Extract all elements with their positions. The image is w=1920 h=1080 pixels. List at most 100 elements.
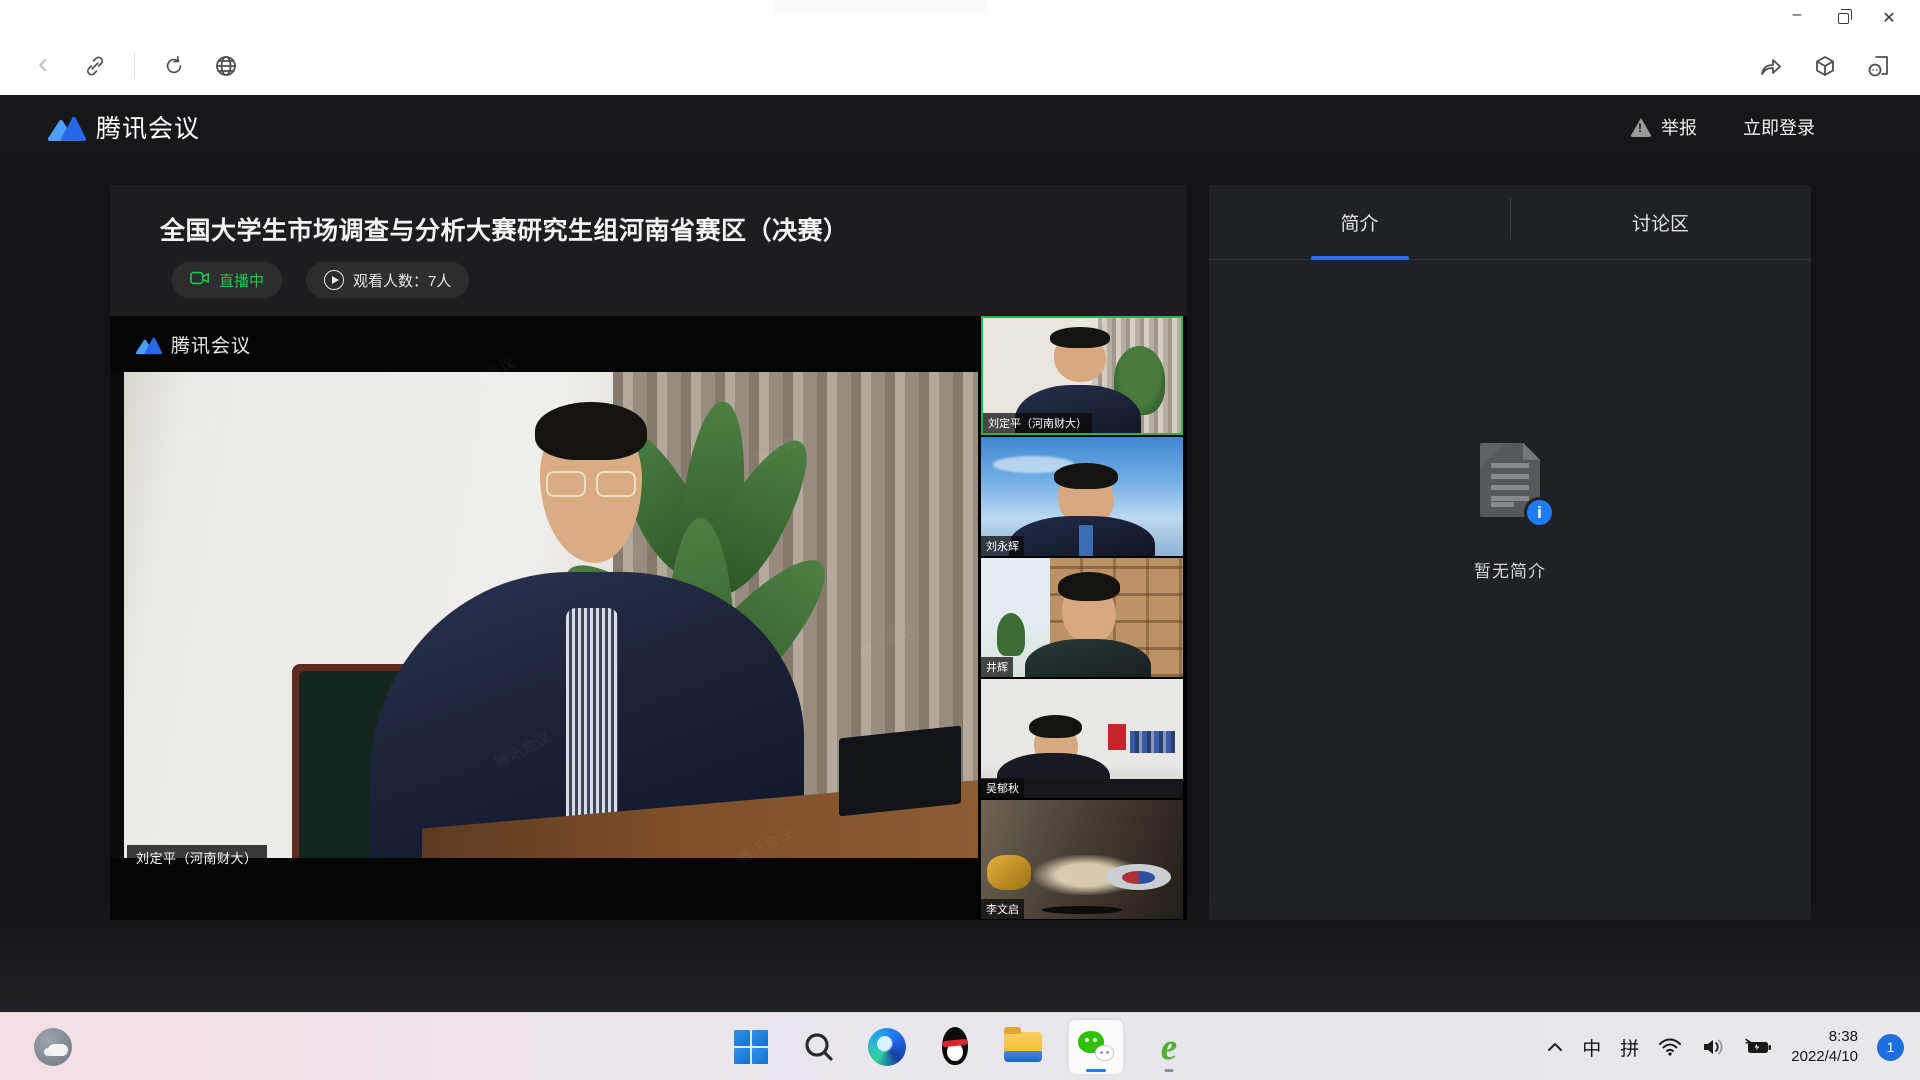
link-button[interactable] <box>82 53 108 79</box>
tab-discussion-label: 讨论区 <box>1632 209 1689 236</box>
stream-card: 全国大学生市场调查与分析大赛研究生组河南省赛区（决赛） 直播中 观看人数：7人 <box>110 185 1187 920</box>
folder-icon <box>1004 1032 1042 1062</box>
live-label: 直播中 <box>219 270 264 291</box>
stream-badges: 直播中 观看人数：7人 <box>172 262 469 298</box>
link-icon <box>84 55 106 77</box>
glasses <box>544 471 638 495</box>
back-button[interactable]: ‹ <box>30 51 56 77</box>
weather-widget-icon[interactable] <box>34 1028 72 1066</box>
taskbar-clock[interactable]: 8:38 2022/4/10 <box>1791 1027 1858 1068</box>
browser-tab-strip <box>773 0 988 15</box>
tab-intro-label: 简介 <box>1340 209 1378 236</box>
tencent-meeting-logo-icon <box>48 112 86 142</box>
battery-charging-icon[interactable] <box>1744 1038 1772 1056</box>
qq-window-icon <box>1866 53 1892 79</box>
participant-tile[interactable]: 李文启 <box>981 800 1183 919</box>
camera-icon <box>190 270 210 290</box>
tab-intro[interactable]: 简介 <box>1209 185 1510 259</box>
close-icon: ✕ <box>1882 8 1895 28</box>
viewers-badge: 观看人数：7人 <box>306 262 469 298</box>
ime-language-indicator[interactable]: 中 <box>1582 1034 1601 1061</box>
login-button[interactable]: 立即登录 <box>1743 114 1815 140</box>
participant-tile[interactable]: 刘定平（河南财大） <box>981 316 1183 435</box>
back-icon: ‹ <box>38 49 48 79</box>
document-lines <box>1491 463 1529 505</box>
restore-icon <box>1838 13 1849 24</box>
site-mode-button[interactable] <box>213 53 239 79</box>
globe-icon <box>214 54 238 78</box>
3d-viewer-button[interactable] <box>1812 53 1838 79</box>
main-speaker-nametag: 刘定平（河南财大） <box>127 845 267 870</box>
minimize-icon: – <box>1793 6 1802 24</box>
viewers-label: 观看人数：7人 <box>353 270 451 291</box>
books <box>1130 731 1174 752</box>
info-badge-icon: i <box>1524 497 1555 528</box>
speaker-icon[interactable] <box>1701 1037 1725 1057</box>
participant-body <box>1025 639 1150 677</box>
wifi-icon[interactable] <box>1658 1037 1682 1057</box>
participant-hair <box>1058 572 1121 601</box>
green-e-icon: e <box>1161 1029 1177 1066</box>
qq-login-button[interactable] <box>1866 53 1892 79</box>
site-header: 腾讯会议 举报 立即登录 <box>0 95 1920 159</box>
ime-mode-indicator[interactable]: 拼 <box>1620 1034 1639 1061</box>
refresh-button[interactable] <box>161 53 187 79</box>
desk-object <box>987 855 1031 891</box>
play-circle-icon <box>324 270 344 290</box>
refresh-icon <box>163 55 185 77</box>
side-panel: 简介 讨论区 i 暂无简介 <box>1209 185 1811 920</box>
page-body: 全国大学生市场调查与分析大赛研究生组河南省赛区（决赛） 直播中 观看人数：7人 <box>0 159 1920 1012</box>
participant-nametag: 吴郁秋 <box>981 778 1024 798</box>
tie <box>1079 525 1093 556</box>
search-button[interactable] <box>797 1019 841 1075</box>
player-logo-bar: 腾讯会议 <box>110 316 978 372</box>
browser-toolbar: ‹ <box>0 36 1920 95</box>
edge-browser-button[interactable] <box>865 1019 909 1075</box>
participant-thumbnails: 刘定平（河南财大） 刘永辉 <box>981 316 1183 920</box>
file-explorer-button[interactable] <box>1001 1019 1045 1075</box>
red-flag <box>1108 724 1126 750</box>
edge-icon <box>868 1028 906 1066</box>
participant-nametag: 李文启 <box>981 899 1024 919</box>
stream-title: 全国大学生市场调查与分析大赛研究生组河南省赛区（决赛） <box>160 211 849 247</box>
participant-hair <box>1050 327 1109 348</box>
cable <box>1042 906 1123 914</box>
qq-button[interactable] <box>933 1019 977 1075</box>
laptop <box>839 725 961 816</box>
live-badge: 直播中 <box>172 262 282 298</box>
wechat-icon <box>1076 1029 1116 1065</box>
participant-tile[interactable]: 刘永辉 <box>981 437 1183 556</box>
tray-date: 2022/4/10 <box>1791 1047 1858 1067</box>
report-button[interactable]: 举报 <box>1630 114 1697 140</box>
participant-hair <box>1054 463 1119 489</box>
participant-nametag: 刘永辉 <box>981 536 1024 556</box>
participant-tile[interactable]: 井辉 <box>981 558 1183 677</box>
video-player[interactable]: 腾讯会议 <box>110 316 1187 920</box>
restore-button[interactable] <box>1820 0 1866 36</box>
tray-chevron-up-icon[interactable] <box>1547 1042 1563 1052</box>
close-button[interactable]: ✕ <box>1866 0 1912 36</box>
speaker-video-frame <box>110 372 978 858</box>
participant-nametag: 刘定平（河南财大） <box>983 413 1092 433</box>
system-tray: 中 拼 8:38 2022/4/10 1 <box>1547 1013 1904 1080</box>
search-icon <box>802 1030 836 1064</box>
tab-discussion[interactable]: 讨论区 <box>1510 185 1811 259</box>
start-button[interactable] <box>729 1019 773 1075</box>
cube-icon <box>1813 54 1837 78</box>
plant <box>997 613 1025 656</box>
empty-text: 暂无简介 <box>1209 557 1811 582</box>
tencent-meeting-logo-icon <box>136 334 162 355</box>
browser-360-button[interactable]: e <box>1147 1019 1191 1075</box>
participant-nametag: 井辉 <box>981 657 1013 677</box>
tray-time: 8:38 <box>1791 1027 1858 1047</box>
report-label: 举报 <box>1661 114 1697 140</box>
window-titlebar: – ✕ <box>0 0 1920 36</box>
share-button[interactable] <box>1758 53 1784 79</box>
brand-name: 腾讯会议 <box>96 109 200 145</box>
participant-tile[interactable]: 吴郁秋 <box>981 679 1183 798</box>
wechat-button[interactable] <box>1069 1020 1123 1074</box>
notification-badge[interactable]: 1 <box>1877 1034 1904 1061</box>
minimize-button[interactable]: – <box>1774 0 1820 36</box>
brand[interactable]: 腾讯会议 <box>48 109 200 145</box>
main-video[interactable]: 腾讯会议 <box>110 316 978 920</box>
